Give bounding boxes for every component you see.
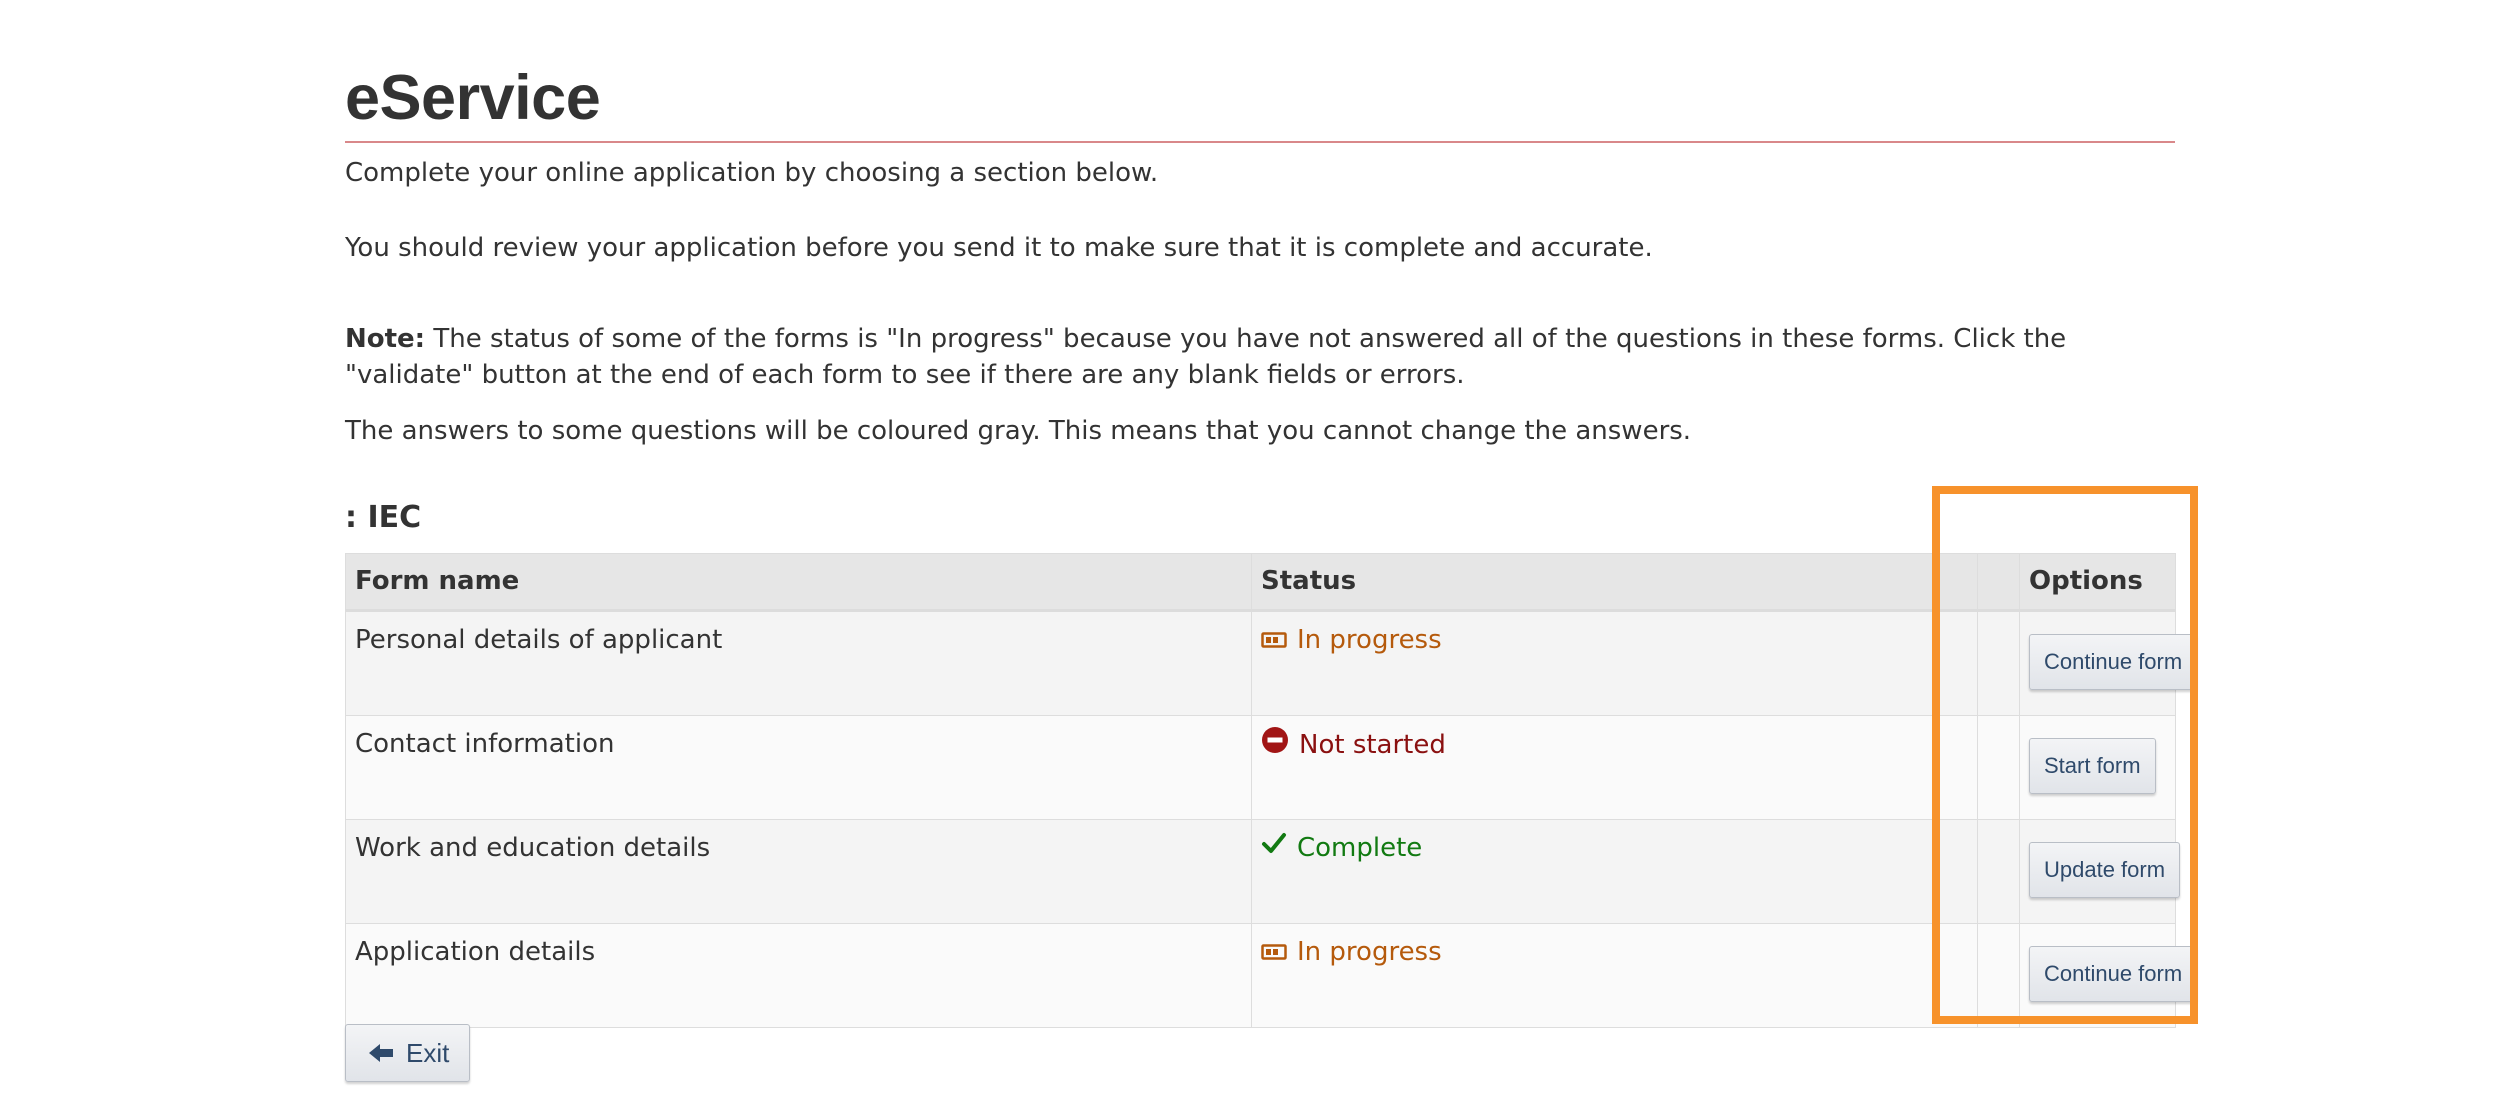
section-title: : IEC — [345, 500, 422, 535]
gray-answers-note: The answers to some questions will be co… — [345, 416, 1692, 446]
table-row: Personal details of applicant In progres… — [345, 610, 2198, 716]
arrow-left-icon — [368, 1042, 394, 1064]
form-name-cell: Application details — [345, 923, 1252, 1028]
header-form-name: Form name — [345, 553, 1252, 612]
table-row: Contact information Not started Start fo… — [345, 715, 2176, 820]
table-header-row: Form name Status Options — [345, 553, 2176, 612]
intro-text: Complete your online application by choo… — [345, 158, 1159, 188]
status-cell: In progress — [1251, 610, 1978, 716]
note-text: The status of some of the forms is "In p… — [345, 324, 2067, 390]
status-label: Not started — [1299, 730, 1446, 760]
checkmark-icon — [1261, 830, 1287, 866]
note-label: Note: — [345, 324, 426, 354]
status-label: In progress — [1297, 625, 1442, 655]
not-started-icon — [1261, 726, 1289, 764]
status-badge: In progress — [1261, 622, 1442, 658]
options-highlight-box — [1932, 486, 2198, 1024]
exit-button[interactable]: Exit — [345, 1024, 471, 1082]
page-title: eService — [345, 63, 601, 133]
status-cell: Not started — [1251, 715, 1978, 820]
status-cell: In progress — [1251, 923, 1978, 1028]
review-note: You should review your application befor… — [345, 233, 1653, 263]
exit-label: Exit — [406, 1037, 450, 1068]
status-note: Note: The status of some of the forms is… — [345, 321, 2175, 393]
table-row: Application details In progress Continue… — [345, 923, 2198, 1028]
status-badge: In progress — [1261, 934, 1442, 970]
status-cell: Complete — [1251, 819, 1978, 924]
form-name-cell: Personal details of applicant — [345, 610, 1252, 716]
status-label: Complete — [1297, 833, 1423, 863]
title-divider — [345, 141, 2175, 143]
in-progress-icon — [1261, 622, 1287, 658]
form-name-cell: Contact information — [345, 715, 1252, 820]
status-label: In progress — [1297, 937, 1442, 967]
in-progress-icon — [1261, 934, 1287, 970]
forms-table: Form name Status Options Personal detail… — [345, 553, 2198, 1028]
status-badge: Complete — [1261, 830, 1422, 866]
form-name-cell: Work and education details — [345, 819, 1252, 924]
table-row: Work and education details Complete Upda… — [345, 819, 2181, 924]
header-status: Status — [1251, 553, 1978, 612]
status-badge: Not started — [1261, 726, 1446, 764]
